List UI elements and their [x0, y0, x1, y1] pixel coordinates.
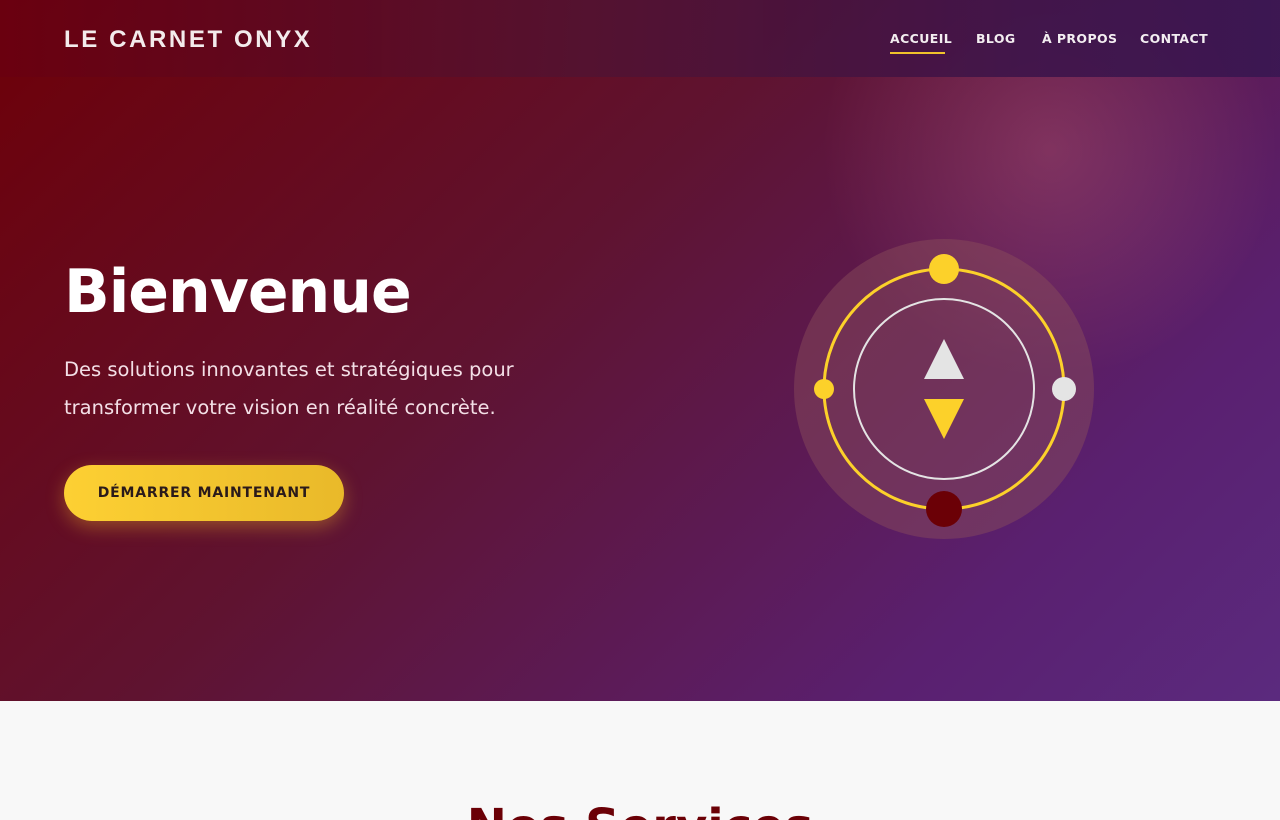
emblem-dot-top [929, 254, 959, 284]
hero-subtitle: Des solutions innovantes et stratégiques… [64, 358, 514, 419]
emblem-dot-bottom [926, 491, 962, 527]
services-section: Nos Services [0, 701, 1280, 820]
hero-title: Bienvenue [64, 257, 412, 327]
services-title: Nos Services [0, 799, 1280, 820]
nav-link-accueil[interactable]: ACCUEIL [890, 31, 952, 46]
nav-link-blog[interactable]: BLOG [976, 31, 1016, 46]
site-logo[interactable]: LE CARNET ONYX [64, 26, 312, 54]
start-now-button[interactable]: DÉMARRER MAINTENANT [64, 465, 344, 521]
nav-active-indicator [890, 52, 945, 54]
navbar: LE CARNET ONYX ACCUEIL BLOG À PROPOS CON… [0, 0, 1280, 77]
emblem-dot-right [1052, 377, 1076, 401]
hero-section: LE CARNET ONYX ACCUEIL BLOG À PROPOS CON… [0, 0, 1280, 701]
nav-link-a-propos[interactable]: À PROPOS [1042, 31, 1117, 46]
emblem-dot-left [814, 379, 834, 399]
compass-emblem-icon [794, 239, 1094, 539]
nav-link-contact[interactable]: CONTACT [1140, 31, 1208, 46]
